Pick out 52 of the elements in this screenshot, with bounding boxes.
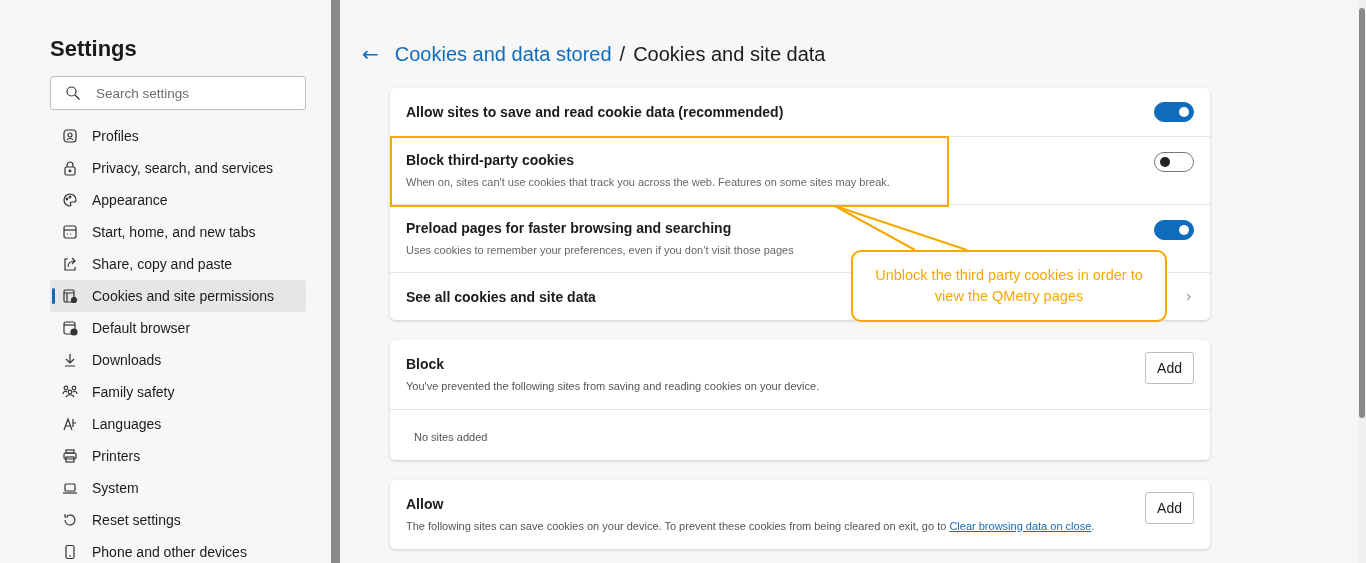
scrollbar-thumb[interactable] [1359, 8, 1365, 418]
toggle-switch[interactable] [1154, 220, 1194, 240]
sidebar-item[interactable]: Phone and other devices [50, 536, 306, 563]
setting-label: Preload pages for faster browsing and searching [406, 220, 732, 236]
sidebar-item[interactable]: Privacy, search, and services [50, 152, 306, 184]
back-button[interactable]: ← [358, 42, 383, 66]
section-title: Block [406, 356, 445, 372]
phone-icon [62, 544, 78, 560]
sidebar-item[interactable]: Downloads [50, 344, 306, 376]
scrollbar-thumb[interactable] [331, 0, 340, 563]
profile-icon [62, 128, 78, 144]
window-icon [62, 224, 78, 240]
reset-icon [62, 512, 78, 528]
sidebar-item[interactable]: Default browser [50, 312, 306, 344]
sidebar-item[interactable]: Profiles [50, 120, 306, 152]
sidebar-item[interactable]: Family safety [50, 376, 306, 408]
add-button[interactable]: Add [1145, 492, 1194, 524]
setting-label: Allow sites to save and read cookie data (recommended) [406, 104, 784, 120]
section-description: The following sites can save cookies on your device. To prevent these cookies from being cleared on exit, go to Clear browsing data on close. [406, 519, 1096, 534]
setting-description: When on, sites can't use cookies that track you across the web. Features on some sites may break. [406, 176, 890, 188]
laptop-icon [62, 480, 78, 496]
sidebar-item[interactable]: Languages [50, 408, 306, 440]
section-title: Allow [406, 496, 444, 512]
add-button[interactable]: Add [1145, 352, 1194, 384]
empty-message: No sites added [414, 431, 488, 443]
family-icon [62, 384, 78, 400]
sidebar-item[interactable]: Appearance [50, 184, 306, 216]
sidebar-item[interactable]: Reset settings [50, 504, 306, 536]
search-field[interactable]: Search settings [50, 76, 306, 110]
breadcrumb-separator: / [619, 42, 626, 66]
sidebar-item[interactable]: Cookies and site permissions [50, 280, 306, 312]
sidebar-item[interactable]: Share, copy and paste [50, 248, 306, 280]
printer-icon [62, 448, 78, 464]
setting-description: Uses cookies to remember your preferences, even if you don’t visit those pages [406, 244, 794, 256]
setting-label: Block third-party cookies [406, 152, 575, 168]
cookie-settings-icon [62, 288, 78, 304]
download-icon [62, 352, 78, 368]
settings-title: Settings [50, 36, 137, 62]
sidebar-item[interactable]: System [50, 472, 306, 504]
section-description: You've prevented the following sites from saving and reading cookies on your device. [406, 379, 821, 394]
page-title: Cookies and site data [633, 42, 826, 66]
toggle-switch[interactable] [1154, 152, 1194, 172]
browser-icon [62, 320, 78, 336]
sidebar-item[interactable]: Printers [50, 440, 306, 472]
toggle-switch[interactable] [1154, 102, 1194, 122]
breadcrumb-link[interactable]: Cookies and data stored [394, 42, 612, 66]
setting-label: See all cookies and site data [406, 288, 596, 305]
share-icon [62, 256, 78, 272]
lock-icon [62, 160, 78, 176]
palette-icon [62, 192, 78, 208]
language-icon [62, 416, 78, 432]
sidebar-item[interactable]: Start, home, and new tabs [50, 216, 306, 248]
